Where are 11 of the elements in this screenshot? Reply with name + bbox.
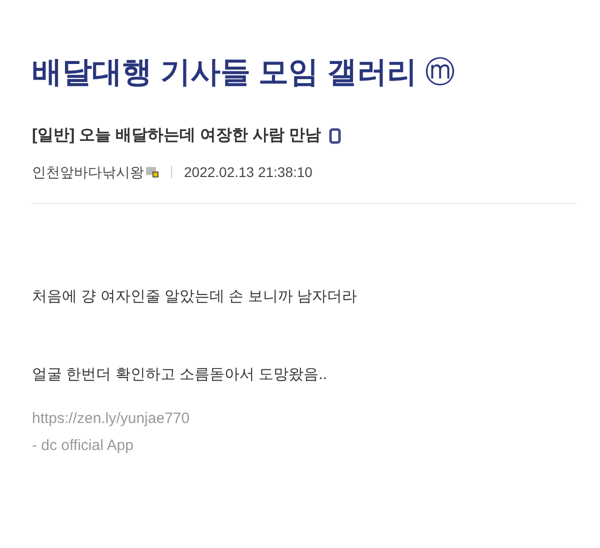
body-text: 처음에 걍 여자인줄 알았는데 손 보니까 남자더라 bbox=[32, 286, 358, 306]
post-title: [일반] 오늘 배달하는데 여장한 사람 만남 bbox=[32, 126, 321, 146]
minor-gallery-symbol: ⓜ bbox=[425, 55, 456, 91]
signature-text: - dc official App bbox=[32, 436, 134, 456]
mobile-icon bbox=[328, 128, 341, 144]
signature-text: https://zen.ly/yunjae770 bbox=[32, 408, 191, 428]
post-date: 2022.02.13 21:38:10 bbox=[184, 162, 312, 182]
member-icon bbox=[146, 166, 159, 178]
gallery-title[interactable]: 배달대행 기사들 모임 갤러리 bbox=[32, 54, 418, 92]
author-name[interactable]: 인천앞바다낚시왕 bbox=[32, 162, 144, 182]
body-text: 얼굴 한번더 확인하고 소름돋아서 도망왔음.. bbox=[32, 365, 328, 385]
